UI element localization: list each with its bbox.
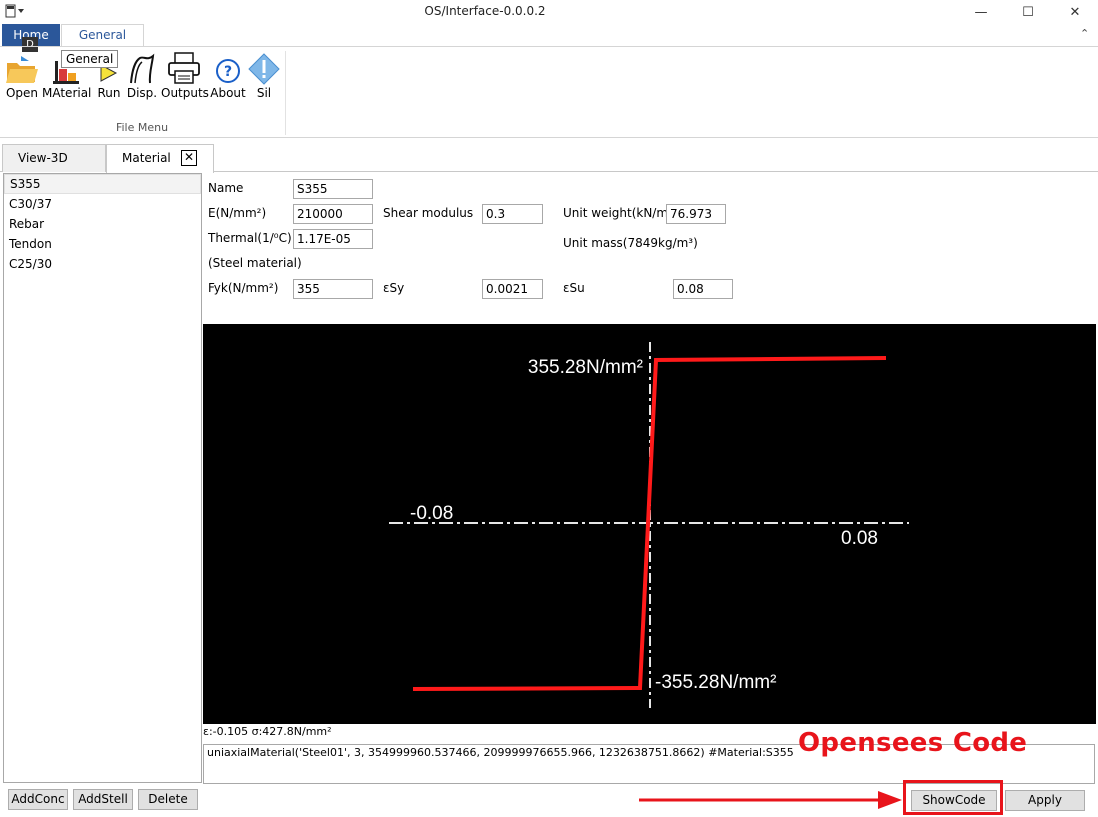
e-label: E(N/mm²) [208,206,267,220]
shear-modulus-input[interactable]: 0.3 [482,204,543,224]
tab-close-icon[interactable]: ✕ [181,150,197,166]
thermal-input[interactable]: 1.17E-05 [293,229,373,249]
document-tabs: View-3D Material ✕ [0,142,1098,173]
info-diamond-icon [248,47,280,85]
cursor-status: ε:-0.105 σ:427.8N/mm² [203,725,332,738]
plot-canvas: 355.28N/mm² -355.28N/mm² -0.08 0.08 [389,342,909,708]
ribbon-collapse-icon[interactable]: ⌃ [1080,27,1089,40]
add-conc-button[interactable]: AddConc [8,789,68,810]
folder-open-icon [4,47,40,85]
maximize-button[interactable]: ☐ [1005,0,1051,24]
esy-input[interactable]: 0.0021 [482,279,543,299]
steel-material-label: (Steel material) [208,256,302,270]
esu-input[interactable]: 0.08 [673,279,733,299]
group-separator [285,51,286,135]
annotation-arrow-icon [639,791,902,809]
title-bar: OS/Interface-0.0.0.2 — ☐ ✕ [0,0,1098,24]
tab-view-3d[interactable]: View-3D [2,144,106,172]
outputs-button[interactable]: Outputs [161,47,209,103]
ribbon-tabs: Home General D ⌃ [0,24,1098,52]
group-label-file-menu: File Menu [115,121,169,134]
fyk-input[interactable]: 355 [293,279,373,299]
unit-weight-label: Unit weight(kN/m³) [563,206,678,220]
printer-icon [161,47,207,85]
unit-weight-input[interactable]: 76.973 [666,204,726,224]
pos-strain-label: 0.08 [841,528,878,549]
list-item-c25-30[interactable]: C25/30 [4,254,201,274]
e-input[interactable]: 210000 [293,204,373,224]
ribbon: Open MAterial Run Disp. Outputs ? About [0,46,1098,138]
apply-button[interactable]: Apply [1005,790,1085,811]
window-title: OS/Interface-0.0.0.2 [424,4,546,18]
annotation-label: Opensees Code [798,728,1028,758]
help-icon: ? [210,47,246,85]
list-item-tendon[interactable]: Tendon [4,234,201,254]
top-stress-label: 355.28N/mm² [528,357,643,378]
tooltip-general: General [61,50,119,68]
fyk-label: Fyk(N/mm²) [208,281,279,295]
disp-button[interactable]: Disp. [126,47,158,103]
annotation-highlight-box [903,780,1003,815]
tab-material[interactable]: Material ✕ [106,144,214,173]
neg-strain-label: -0.08 [410,503,453,524]
delete-button[interactable]: Delete [138,789,198,810]
add-steel-button[interactable]: AddStell [73,789,133,810]
esu-label: εSu [563,281,585,295]
unit-mass-label: Unit mass(7849kg/m³) [563,236,698,250]
name-label: Name [208,181,244,195]
tab-material-label: Material [122,151,171,165]
bottom-stress-label: -355.28N/mm² [655,672,776,693]
svg-text:?: ? [224,64,232,80]
name-input[interactable]: S355 [293,179,373,199]
tab-general[interactable]: General [61,24,144,46]
close-button[interactable]: ✕ [1052,0,1098,24]
open-button[interactable]: Open [4,47,40,103]
minimize-button[interactable]: — [958,0,1004,24]
stress-strain-plot[interactable]: 355.28N/mm² -355.28N/mm² -0.08 0.08 [203,324,1096,724]
esy-label: εSy [383,281,405,295]
sil-button[interactable]: Sil [248,47,280,103]
thermal-label: Thermal(1/⁰C) [208,231,292,245]
list-item-rebar[interactable]: Rebar [4,214,201,234]
list-item-c30-37[interactable]: C30/37 [4,194,201,214]
shear-modulus-label: Shear modulus [383,206,474,220]
displacement-curve-icon [126,47,158,85]
about-button[interactable]: ? About [210,47,246,103]
material-list[interactable]: S355 C30/37 Rebar Tendon C25/30 [3,173,202,783]
list-item-s355[interactable]: S355 [4,174,201,194]
